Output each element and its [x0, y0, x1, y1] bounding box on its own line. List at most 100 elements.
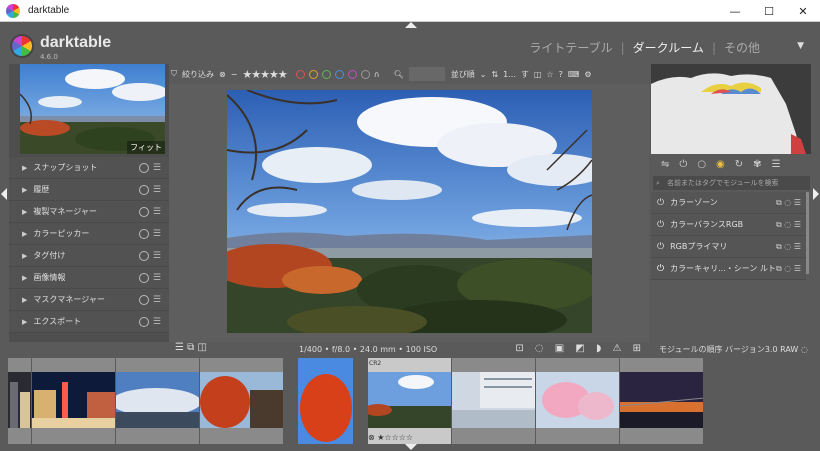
- search-text-input[interactable]: [408, 67, 445, 81]
- reset-icon[interactable]: [138, 272, 149, 283]
- color-label-blue-icon[interactable]: [334, 69, 344, 79]
- collapse-left-arrow-icon[interactable]: [1, 188, 7, 200]
- color-label-red-icon[interactable]: [295, 69, 305, 79]
- exif-info: 1/400 • f/8.0 • 24.0 mm • 100 ISO: [299, 345, 438, 354]
- rating-filter-stars[interactable]: ★★★★★: [242, 68, 287, 81]
- view-separator: |: [620, 40, 625, 55]
- collapse-top-arrow-icon[interactable]: [405, 22, 417, 28]
- module-history[interactable]: ▶ 履歴 ☰: [9, 179, 169, 201]
- right-module-list: ⏻ カラーゾーン ⧉ ◌ ☰ ⏻ カラーバランスRGB ⧉ ◌ ☰ ⏻ RGBプライマリ ⧉…: [651, 192, 806, 280]
- module-search-input[interactable]: ⌕ 名前またはタグでモジュールを検索: [653, 176, 810, 190]
- filmstrip-thumbnail[interactable]: [620, 358, 704, 444]
- view-other[interactable]: その他: [724, 39, 760, 56]
- presets-menu-icon[interactable]: ☰: [153, 317, 161, 327]
- presets-menu-icon[interactable]: ☰: [153, 273, 161, 283]
- filmstrip-thumbnail[interactable]: [536, 358, 620, 444]
- reset-icon[interactable]: [138, 184, 149, 195]
- minimize-button[interactable]: —: [718, 0, 752, 22]
- multi-instance-icon[interactable]: ⧉ ◌ ☰: [776, 198, 801, 208]
- presets-menu-icon[interactable]: ☰: [153, 251, 161, 261]
- filmstrip-thumbnail[interactable]: [298, 358, 354, 444]
- color-label-operator-icon[interactable]: ∩: [374, 70, 380, 79]
- sort-field[interactable]: 1...: [503, 70, 516, 79]
- filmstrip-thumbnail[interactable]: [32, 358, 116, 444]
- color-modules-tab-icon[interactable]: ◉: [716, 159, 725, 170]
- filmstrip-thumbnail-active[interactable]: CR2 ⊗ ★☆☆☆☆: [368, 358, 452, 444]
- view-darkroom[interactable]: ダークルーム: [633, 39, 704, 56]
- thumbnail-rating[interactable]: ⊗ ★☆☆☆☆: [368, 433, 413, 442]
- module-snapshots[interactable]: ▶ スナップショット ☰: [9, 157, 169, 179]
- keyboard-shortcuts-icon[interactable]: ⌨: [568, 70, 580, 79]
- module-duplicate-manager[interactable]: ▶ 複製マネージャー ☰: [9, 201, 169, 223]
- multi-instance-icon[interactable]: ⧉ ◌ ☰: [776, 220, 801, 230]
- sort-toggle[interactable]: す: [521, 69, 529, 80]
- sort-dropdown-icon[interactable]: ⌄: [480, 70, 487, 79]
- grouping-icon[interactable]: ◫: [534, 70, 542, 79]
- view-lighttable[interactable]: ライトテーブル: [529, 39, 612, 56]
- overlay-star-icon[interactable]: ☆: [546, 70, 553, 79]
- maximize-button[interactable]: ☐: [752, 0, 786, 22]
- presets-menu-icon[interactable]: ☰: [153, 229, 161, 239]
- presets-menu-icon[interactable]: ☰: [772, 159, 781, 170]
- power-icon[interactable]: ⏻: [657, 242, 664, 252]
- bottom-right-icons[interactable]: ⊡ ◌ ▣ ◩ ◗ ⚠ ⊞: [515, 343, 645, 354]
- base-modules-tab-icon[interactable]: ○: [697, 159, 706, 170]
- filmstrip-thumbnail[interactable]: [200, 358, 284, 444]
- module-rgb-primaries[interactable]: ⏻ RGBプライマリ ⧉ ◌ ☰: [651, 236, 806, 258]
- presets-menu-icon[interactable]: ☰: [153, 163, 161, 173]
- thumb-cherry-blossom: [536, 372, 619, 428]
- color-label-yellow-icon[interactable]: [308, 69, 318, 79]
- fit-zoom-label[interactable]: フィット: [127, 141, 165, 154]
- header-menu-icon[interactable]: ▼: [797, 41, 804, 51]
- reset-icon[interactable]: [138, 294, 149, 305]
- presets-menu-icon[interactable]: ☰: [153, 207, 161, 217]
- power-icon[interactable]: ⏻: [657, 198, 664, 208]
- module-color-calibration[interactable]: ⏻ カラーキャリ...・シーン ルト ⧉ ◌ ☰: [651, 258, 806, 280]
- active-modules-tab-icon[interactable]: ⏻: [679, 159, 687, 170]
- multi-instance-icon[interactable]: ⧉ ◌ ☰: [776, 264, 801, 274]
- presets-menu-icon[interactable]: ☰: [153, 185, 161, 195]
- reset-icon[interactable]: [138, 228, 149, 239]
- module-mask-manager[interactable]: ▶ マスクマネージャー ☰: [9, 289, 169, 311]
- filmstrip-thumbnail[interactable]: [116, 358, 200, 444]
- power-icon[interactable]: ⏻: [657, 264, 664, 274]
- reset-icon[interactable]: [138, 206, 149, 217]
- module-color-picker[interactable]: ▶ カラーピッカー ☰: [9, 223, 169, 245]
- filmstrip-thumbnail[interactable]: [8, 358, 32, 444]
- reset-icon[interactable]: [138, 162, 149, 173]
- presets-menu-icon[interactable]: ☰: [153, 295, 161, 305]
- reject-filter-icon[interactable]: ⊗: [219, 70, 226, 79]
- filter-label: 絞り込み: [182, 69, 214, 79]
- collapse-right-arrow-icon[interactable]: [813, 188, 819, 200]
- module-image-information[interactable]: ▶ 画像情報 ☰: [9, 267, 169, 289]
- reset-icon[interactable]: [138, 316, 149, 327]
- bottom-left-icons[interactable]: ☰ ⧉ ◫: [175, 342, 207, 353]
- module-color-zones[interactable]: ⏻ カラーゾーン ⧉ ◌ ☰: [651, 192, 806, 214]
- filmstrip-thumbnail[interactable]: [452, 358, 536, 444]
- search-icon[interactable]: 🔍︎: [394, 70, 404, 79]
- effect-modules-tab-icon[interactable]: ✾: [753, 159, 761, 170]
- module-tagging[interactable]: ▶ タグ付け ☰: [9, 245, 169, 267]
- main-photo[interactable]: [227, 90, 592, 333]
- multi-instance-icon[interactable]: ⧉ ◌ ☰: [776, 242, 801, 252]
- help-icon[interactable]: ?: [559, 70, 563, 79]
- power-icon[interactable]: ⏻: [657, 220, 664, 230]
- color-label-gray-icon[interactable]: [360, 69, 370, 79]
- collapse-bottom-arrow-icon[interactable]: [405, 444, 417, 450]
- preferences-gear-icon[interactable]: ⚙: [584, 70, 591, 79]
- histogram[interactable]: [651, 64, 811, 154]
- close-button[interactable]: ✕: [786, 0, 820, 22]
- module-export[interactable]: ▶ エクスポート ☰: [9, 311, 169, 333]
- left-panel: フィット ▶ スナップショット ☰ ▶ 履歴 ☰ ▶ 複製マネージャー ☰ ▶ カラーピッカー…: [9, 64, 169, 342]
- center-image-viewer[interactable]: [169, 84, 649, 342]
- module-color-balance-rgb[interactable]: ⏻ カラーバランスRGB ⧉ ◌ ☰: [651, 214, 806, 236]
- filter-icon[interactable]: ⛉: [171, 69, 177, 79]
- navigation-thumbnail[interactable]: フィット: [20, 64, 165, 154]
- quick-access-tab-icon[interactable]: ⇋: [661, 159, 669, 170]
- reset-icon[interactable]: [138, 250, 149, 261]
- color-label-green-icon[interactable]: [321, 69, 331, 79]
- color-label-purple-icon[interactable]: [347, 69, 357, 79]
- right-panel-scrollbar[interactable]: [806, 192, 809, 274]
- sort-order-icon[interactable]: ⇅: [491, 70, 498, 79]
- correct-modules-tab-icon[interactable]: ↻: [735, 159, 743, 170]
